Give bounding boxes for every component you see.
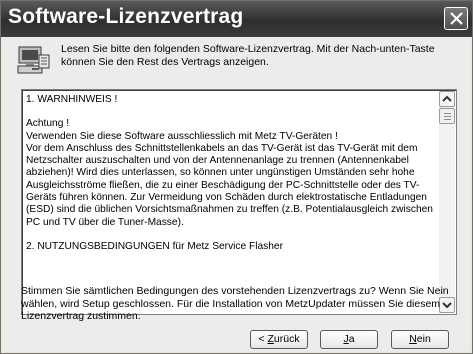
agreement-question: Stimmen Sie sämtlichen Bedingungen des v… <box>21 285 449 322</box>
license-textbox[interactable]: 1. WARNHINWEIS ! Achtung ! Verwenden Sie… <box>21 89 457 315</box>
title-bar[interactable]: Software-Lizenzvertrag <box>1 1 472 37</box>
vertical-scrollbar[interactable] <box>439 91 455 313</box>
license-paragraph: 2. NUTZUNGSBEDINGUNGEN für Metz Service … <box>26 240 283 252</box>
dialog-body: Lesen Sie bitte den folgenden Software-L… <box>3 37 470 351</box>
scroll-thumb[interactable] <box>439 108 455 124</box>
yes-button[interactable]: Ja <box>320 330 378 349</box>
license-text: 1. WARNHINWEIS ! Achtung ! Verwenden Sie… <box>26 94 436 312</box>
license-dialog: Software-Lizenzvertrag Lesen Sie bitte d… <box>0 0 473 354</box>
setup-computer-icon <box>17 46 50 74</box>
license-paragraph: Achtung ! Verwenden Sie diese Software a… <box>26 118 433 228</box>
license-paragraph: 1. WARNHINWEIS ! <box>26 94 118 105</box>
arrow-up-icon <box>442 95 452 102</box>
back-button[interactable]: < Zurück <box>250 330 308 349</box>
close-button[interactable] <box>444 7 468 30</box>
intro-text: Lesen Sie bitte den folgenden Software-L… <box>61 43 435 68</box>
close-icon <box>450 12 463 25</box>
no-button[interactable]: Nein <box>391 330 449 349</box>
window-title: Software-Lizenzvertrag <box>8 5 244 28</box>
scroll-up-button[interactable] <box>439 91 455 107</box>
